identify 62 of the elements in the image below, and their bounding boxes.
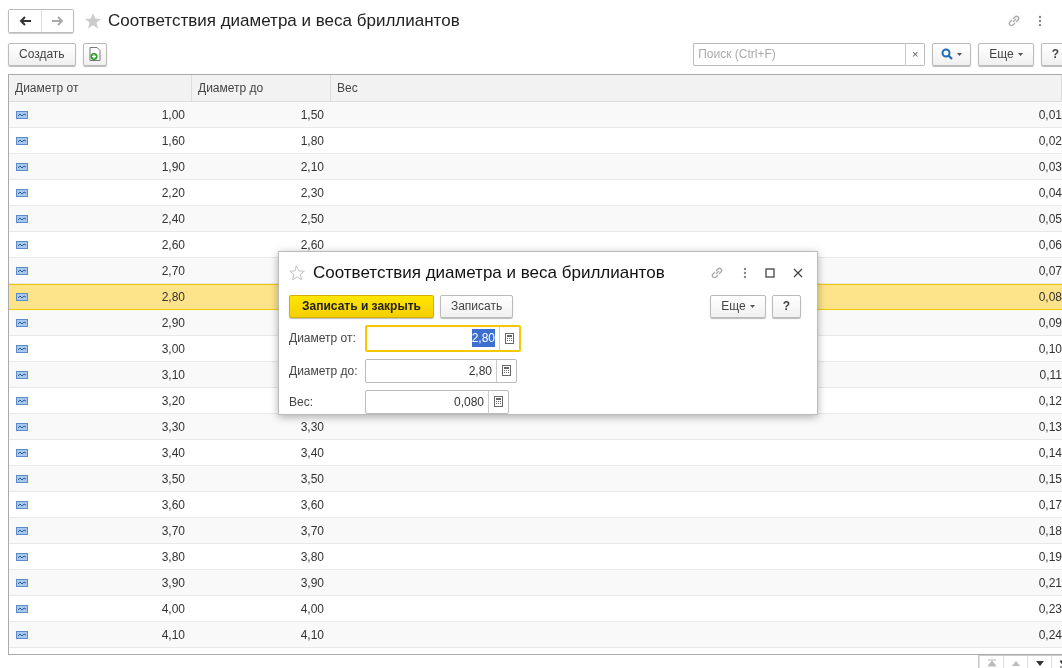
table-cell: 2,60 bbox=[300, 237, 324, 252]
table-cell-text: 3,70 bbox=[161, 522, 185, 540]
dialog-title: Соответствия диаметра и веса бриллиантов bbox=[313, 262, 665, 284]
field-label: Диаметр от: bbox=[289, 330, 357, 347]
table-cell-text: 2,60 bbox=[161, 236, 185, 254]
table-cell: 0,03 bbox=[1038, 159, 1062, 174]
table-cell-text: 3,30 bbox=[161, 418, 185, 436]
table-cell-text: 3,00 bbox=[161, 340, 185, 358]
table-cell: 0,23 bbox=[1038, 601, 1062, 616]
table-cell: 3,70 bbox=[300, 523, 324, 538]
table-cell-text: 1,90 bbox=[161, 158, 185, 176]
table-cell-text: 1,60 bbox=[161, 132, 185, 150]
table-cell: 0,17 bbox=[1038, 497, 1062, 512]
table-cell: 3,50 bbox=[300, 471, 324, 486]
table-cell: 0,04 bbox=[1038, 185, 1062, 200]
field-label: Диаметр до: bbox=[289, 362, 359, 380]
table-cell: 2,50 bbox=[300, 211, 324, 226]
table-cell: 1,50 bbox=[300, 107, 324, 122]
table-cell: 0,18 bbox=[1038, 523, 1062, 538]
table-cell-text: 2,70 bbox=[161, 262, 185, 280]
table-cell-text: 2,90 bbox=[161, 314, 185, 332]
table-cell-text: 2,40 bbox=[161, 210, 185, 228]
table-cell: 1,80 bbox=[300, 133, 324, 148]
table-cell-text: 3,50 bbox=[161, 470, 185, 488]
table-cell-text: 2,20 bbox=[161, 184, 185, 202]
table-cell-text: 3,90 bbox=[161, 574, 185, 592]
table-cell: 0,24 bbox=[1038, 627, 1062, 642]
table-cell-text: 2,80 bbox=[161, 289, 185, 306]
table-cell: 0,08 bbox=[1038, 290, 1062, 304]
table-cell: 3,80 bbox=[300, 549, 324, 564]
table-cell: 3,60 bbox=[300, 497, 324, 512]
table-cell: 0,02 bbox=[1038, 133, 1062, 148]
table-cell: 0,09 bbox=[1038, 315, 1062, 330]
table-cell: 0,15 bbox=[1038, 471, 1062, 486]
table-cell: 0,01 bbox=[1038, 107, 1062, 122]
field-label: Вес: bbox=[289, 393, 314, 411]
table-cell: 0,13 bbox=[1038, 419, 1062, 434]
table-cell: 0,19 bbox=[1038, 549, 1062, 564]
table-cell: 0,06 bbox=[1038, 237, 1062, 252]
table-cell-text: 3,40 bbox=[161, 444, 185, 462]
window-title: Соответствия диаметра и веса бриллиантов bbox=[108, 10, 460, 33]
table-cell: 0,05 bbox=[1038, 211, 1062, 226]
table-cell: 2,30 bbox=[300, 185, 324, 200]
table-cell: 3,30 bbox=[300, 419, 324, 434]
table-cell: 0,21 bbox=[1038, 575, 1062, 590]
table-cell: 0,07 bbox=[1038, 263, 1062, 278]
table-cell-text: 3,20 bbox=[161, 392, 185, 410]
table-cell: 2,10 bbox=[300, 159, 324, 174]
table-cell: 0,10 bbox=[1038, 341, 1062, 356]
table-cell-text: 4,10 bbox=[161, 626, 185, 644]
table-cell-text: 4,00 bbox=[161, 600, 185, 618]
table-cell: 4,10 bbox=[300, 627, 324, 642]
table-cell: 0,12 bbox=[1038, 393, 1062, 408]
table-cell-text: 1,00 bbox=[161, 106, 185, 124]
table-cell-text: 3,60 bbox=[161, 496, 185, 514]
table-cell: 3,90 bbox=[300, 575, 324, 590]
table-cell: 4,00 bbox=[300, 601, 324, 616]
table-cell-text: 3,10 bbox=[161, 366, 185, 384]
table-cell-text: 3,80 bbox=[161, 548, 185, 566]
table-cell: 3,40 bbox=[300, 445, 324, 460]
table-cell: 0,14 bbox=[1038, 445, 1062, 460]
table-cell: 0,11 bbox=[1039, 367, 1062, 382]
